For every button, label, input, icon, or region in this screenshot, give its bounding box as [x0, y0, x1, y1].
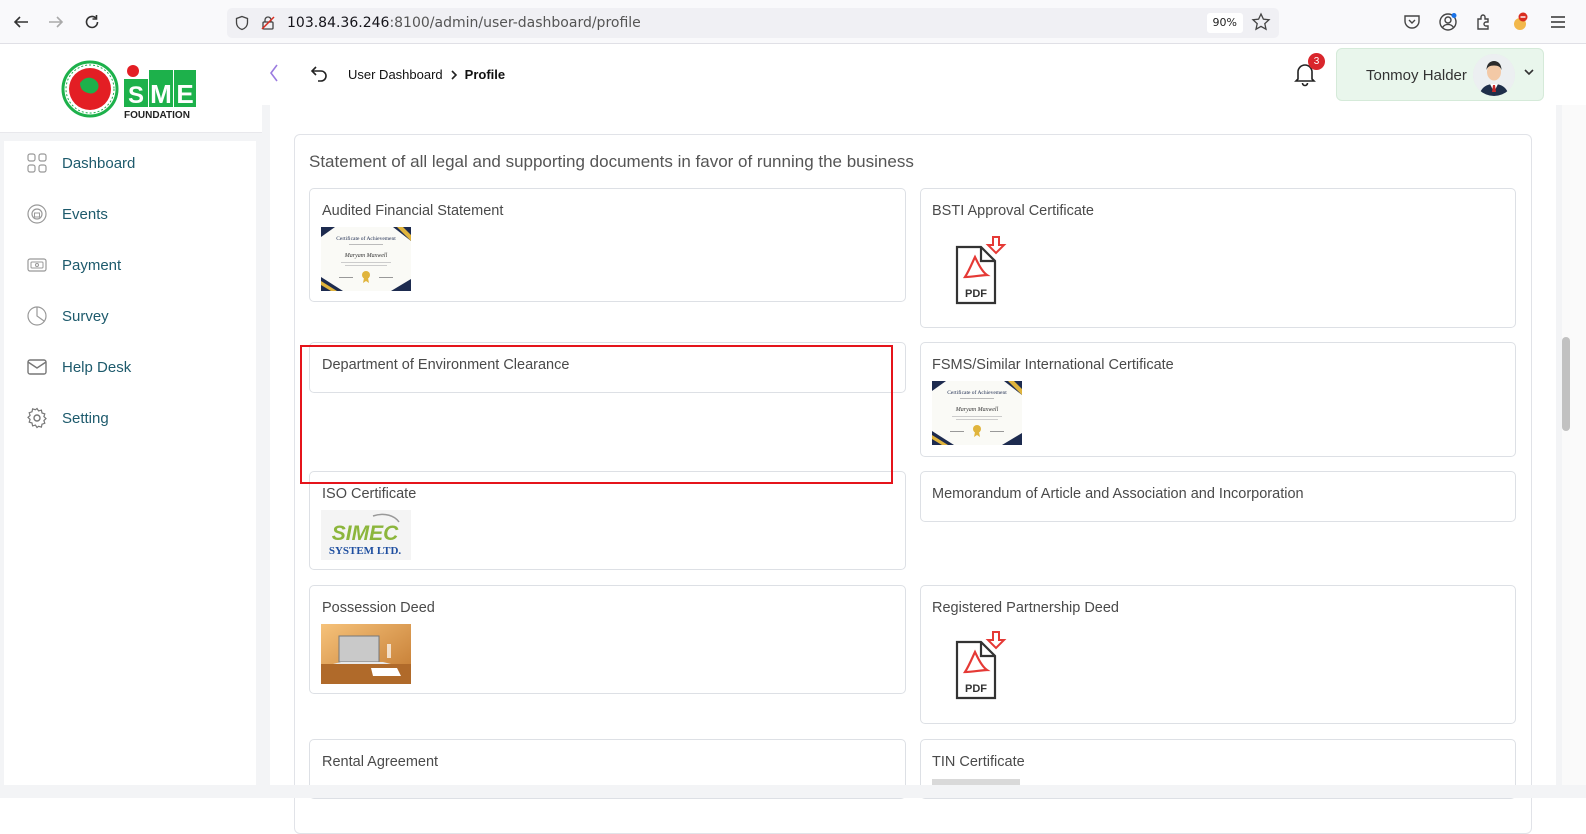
shield-icon[interactable] — [234, 15, 250, 31]
doc-card-memorandum-of-article: Memorandum of Article and Association an… — [920, 471, 1516, 522]
chevron-right-icon — [451, 69, 457, 80]
certificate-name: Maryam Maxwell — [344, 253, 388, 259]
avatar — [1473, 54, 1515, 96]
user-name: Tonmoy Halder — [1366, 67, 1467, 84]
sidebar-item-help-desk[interactable]: Help Desk — [4, 347, 256, 387]
browser-toolbar: 103.84.36.246:8100/admin/user-dashboard/… — [0, 0, 1586, 44]
brand-logo[interactable]: S M E FOUNDATION — [0, 45, 262, 133]
mail-icon — [27, 359, 47, 375]
sidebar: S M E FOUNDATION Dashboard Events Paymen… — [0, 45, 262, 819]
section-title: Statement of all legal and supporting do… — [309, 152, 914, 171]
sidebar-item-dashboard[interactable]: Dashboard — [4, 143, 256, 183]
sidebar-item-label: Survey — [62, 307, 109, 325]
user-menu[interactable]: Tonmoy Halder — [1336, 48, 1544, 101]
certificate-heading: Certificate of Achievement — [947, 389, 1007, 396]
top-header: User Dashboard Profile 3 Tonmoy Halder — [262, 45, 1562, 105]
doc-title: Rental Agreement — [322, 754, 439, 770]
breadcrumb: User Dashboard Profile — [348, 67, 505, 82]
doc-card-registered-partnership-deed: Registered Partnership Deed PDF — [920, 585, 1516, 724]
breadcrumb-current: Profile — [464, 67, 506, 82]
simec-logo-thumbnail[interactable]: SIMEC SYSTEM LTD. — [321, 510, 411, 560]
sidebar-item-events[interactable]: Events — [4, 194, 256, 234]
svg-text:E: E — [176, 79, 193, 109]
photo-thumbnail[interactable] — [321, 624, 411, 684]
sidebar-item-label: Payment — [62, 256, 122, 274]
sidebar-item-label: Events — [62, 205, 108, 223]
sidebar-item-label: Dashboard — [62, 154, 136, 172]
doc-title: Audited Financial Statement — [322, 203, 504, 219]
doc-title: Possession Deed — [322, 600, 435, 616]
doc-title: FSMS/Similar International Certificate — [932, 357, 1174, 373]
certificate-thumbnail[interactable]: Certificate of Achievement Maryam Maxwel… — [932, 381, 1022, 445]
zoom-level-badge[interactable]: 90% — [1206, 13, 1243, 33]
pie-chart-icon — [27, 306, 47, 326]
pocket-icon[interactable] — [1402, 12, 1422, 32]
svg-text:S: S — [128, 82, 144, 109]
sidebar-item-label: Help Desk — [62, 358, 132, 376]
doc-title: Registered Partnership Deed — [932, 600, 1119, 616]
certificate-name: Maryam Maxwell — [955, 407, 999, 413]
doc-title: ISO Certificate — [322, 486, 417, 502]
svg-text:FOUNDATION: FOUNDATION — [124, 110, 190, 121]
bookmark-star-icon[interactable] — [1251, 12, 1271, 32]
pdf-file-icon[interactable]: PDF — [953, 235, 1013, 305]
sidebar-item-survey[interactable]: Survey — [4, 296, 256, 336]
grid-icon — [27, 153, 47, 173]
reload-icon[interactable] — [80, 10, 104, 34]
address-bar[interactable]: 103.84.36.246:8100/admin/user-dashboard/… — [227, 8, 1279, 38]
forward-arrow-icon[interactable] — [44, 10, 68, 34]
url-path: :8100/admin/user-dashboard/profile — [389, 15, 641, 31]
insecure-lock-icon[interactable] — [260, 15, 276, 31]
doc-card-bsti-approval-certificate: BSTI Approval Certificate PDF — [920, 188, 1516, 328]
svg-text:M: M — [150, 79, 172, 109]
breadcrumb-parent[interactable]: User Dashboard — [348, 67, 443, 82]
sidebar-menu: Dashboard Events Payment Survey Help Des… — [4, 141, 256, 819]
menu-hamburger-icon[interactable] — [1546, 10, 1570, 34]
annotation-highlight-box — [300, 345, 893, 484]
events-icon — [27, 204, 47, 224]
scrollbar-thumb[interactable] — [1562, 337, 1570, 431]
back-undo-icon[interactable] — [310, 63, 330, 83]
sidebar-item-label: Setting — [62, 409, 109, 427]
doc-card-iso-certificate: ISO Certificate SIMEC SYSTEM LTD. — [309, 471, 906, 570]
doc-card-fsms-certificate: FSMS/Similar International Certificate C… — [920, 342, 1516, 457]
doc-title: TIN Certificate — [932, 754, 1025, 770]
pdf-file-icon[interactable]: PDF — [953, 630, 1013, 700]
sidebar-collapse-chevron-icon[interactable] — [268, 63, 280, 89]
account-icon[interactable] — [1438, 12, 1458, 32]
certificate-heading: Certificate of Achievement — [336, 235, 396, 242]
sidebar-item-payment[interactable]: Payment — [4, 245, 256, 285]
scrollbar-track[interactable] — [1562, 105, 1586, 785]
certificate-thumbnail[interactable]: Certificate of Achievement Maryam Maxwel… — [321, 227, 411, 291]
simec-subtext: SYSTEM LTD. — [329, 545, 402, 557]
doc-card-audited-financial-statement: Audited Financial Statement Certificate … — [309, 188, 906, 302]
extensions-icon[interactable] — [1474, 12, 1494, 32]
gear-icon — [27, 407, 47, 429]
doc-title: Memorandum of Article and Association an… — [932, 486, 1304, 502]
chevron-down-icon[interactable] — [1523, 66, 1535, 78]
pdf-label: PDF — [965, 288, 987, 300]
pdf-label: PDF — [965, 683, 987, 695]
bottom-strip — [0, 785, 1586, 798]
back-arrow-icon[interactable] — [9, 10, 33, 34]
url-host: 103.84.36.246 — [287, 15, 390, 31]
notification-count-badge: 3 — [1308, 53, 1325, 70]
sidebar-item-setting[interactable]: Setting — [4, 398, 256, 438]
doc-title: BSTI Approval Certificate — [932, 203, 1094, 219]
simec-text: SIMEC — [332, 522, 399, 545]
doc-card-possession-deed: Possession Deed — [309, 585, 906, 694]
url-text: 103.84.36.246:8100/admin/user-dashboard/… — [287, 15, 641, 31]
extension-badge-icon[interactable] — [1510, 12, 1530, 32]
payment-icon — [27, 258, 47, 272]
